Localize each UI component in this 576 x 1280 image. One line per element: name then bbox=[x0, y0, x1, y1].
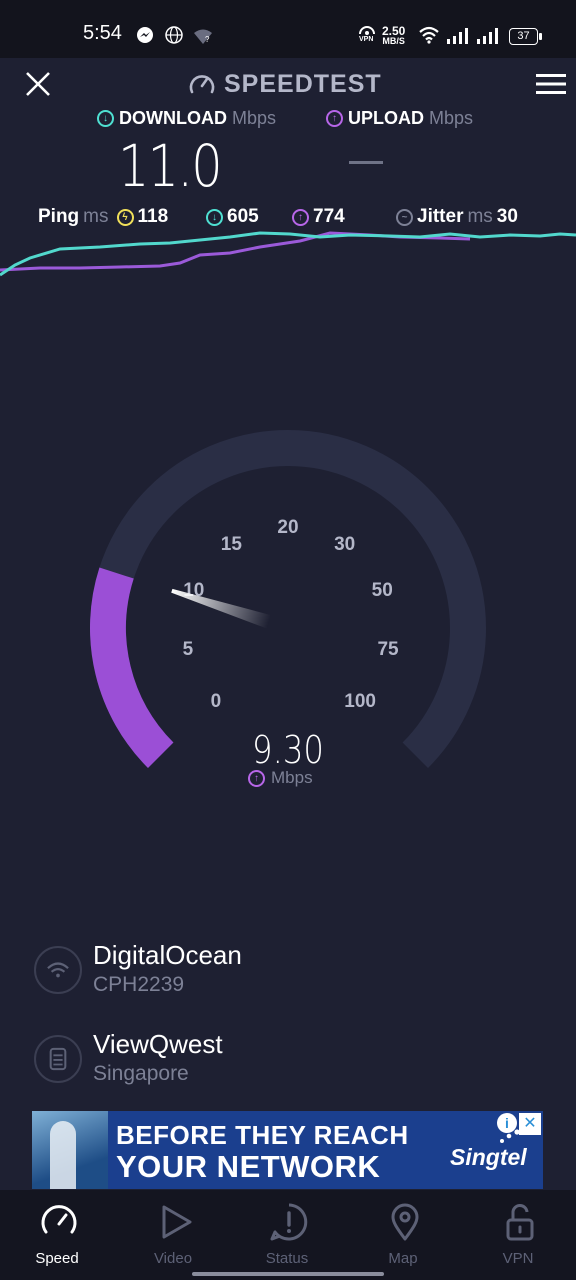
wifi-icon bbox=[419, 26, 439, 44]
current-speed: 9.30 bbox=[252, 728, 324, 772]
ad-brand: Singtel bbox=[450, 1144, 527, 1170]
upload-ping-icon: ↑ bbox=[292, 208, 309, 226]
gauge-scale-labels: 05101520305075100 bbox=[183, 517, 399, 712]
server-device: CPH2239 bbox=[93, 973, 185, 996]
network-speed: 2.50 MB/S bbox=[382, 24, 406, 46]
alert-icon bbox=[270, 1203, 308, 1241]
speedometer-icon bbox=[41, 1205, 77, 1234]
globe-icon bbox=[165, 26, 183, 44]
vpn-label: VPN bbox=[359, 36, 374, 43]
upload-indicator-icon: ↑ bbox=[248, 769, 265, 787]
isp-name: ViewQwest bbox=[93, 1029, 223, 1059]
nav-vpn[interactable]: VPN bbox=[468, 1190, 568, 1270]
ad-headline: BEFORE THEY REACH YOUR NETWORK bbox=[116, 1120, 409, 1184]
upload-history-line bbox=[0, 231, 471, 272]
isp-info[interactable]: ViewQwest Singapore bbox=[34, 1029, 554, 1099]
server-info[interactable]: DigitalOcean CPH2239 bbox=[34, 940, 554, 1010]
ad-banner[interactable]: BEFORE THEY REACH YOUR NETWORK Singtel i… bbox=[32, 1111, 543, 1189]
close-icon[interactable] bbox=[22, 68, 54, 100]
home-indicator[interactable] bbox=[192, 1272, 384, 1276]
nav-map[interactable]: Map bbox=[353, 1190, 453, 1270]
idle-ping-icon: ϟ bbox=[116, 208, 134, 226]
map-pin-icon bbox=[391, 1203, 419, 1241]
gauge-track-arc bbox=[90, 430, 486, 768]
download-value: 11.0 bbox=[118, 132, 223, 200]
ad-close-icon[interactable]: ✕ bbox=[519, 1113, 541, 1135]
nav-speed-label: Speed bbox=[35, 1250, 79, 1267]
gauge-track bbox=[90, 430, 486, 768]
download-ping-icon: ↓ bbox=[206, 208, 223, 226]
gauge-label-30: 30 bbox=[334, 534, 355, 555]
speedtest-logo: SPEEDTEST bbox=[188, 69, 382, 99]
brand-name: SPEEDTEST bbox=[224, 69, 382, 98]
battery-indicator: 37 bbox=[509, 28, 542, 45]
download-arrow-icon: ↓ bbox=[97, 110, 114, 127]
gauge-label-5: 5 bbox=[183, 639, 194, 660]
download-label: ↓ DOWNLOAD Mbps bbox=[97, 108, 276, 129]
status-bar: 5:54 ? VPN 2.50 MB/S 37 bbox=[0, 0, 576, 58]
svg-text:?: ? bbox=[205, 35, 210, 44]
jitter-icon: ~ bbox=[396, 208, 413, 226]
gauge-label-20: 20 bbox=[277, 517, 298, 538]
wifi-signal-icon bbox=[34, 946, 82, 994]
gauge-logo-icon bbox=[189, 75, 215, 94]
gauge-needle-pointer bbox=[171, 588, 272, 629]
upload-arrow-icon: ↑ bbox=[326, 110, 343, 127]
nav-video[interactable]: Video bbox=[123, 1190, 223, 1270]
signal-2-icon bbox=[477, 28, 498, 44]
gauge-label-100: 100 bbox=[344, 691, 376, 712]
top-bar: SPEEDTEST bbox=[0, 58, 576, 108]
upload-value-placeholder bbox=[349, 161, 383, 164]
vpn-key-icon bbox=[359, 26, 375, 35]
gauge-label-75: 75 bbox=[377, 639, 399, 660]
ad-image bbox=[32, 1111, 108, 1189]
play-icon bbox=[162, 1205, 192, 1239]
server-icon bbox=[34, 1035, 82, 1083]
ad-info-icon[interactable]: i bbox=[497, 1113, 517, 1133]
signal-1-icon bbox=[447, 28, 468, 44]
bottom-nav: Speed Video Status Map VPN bbox=[0, 1190, 576, 1280]
isp-location: Singapore bbox=[93, 1062, 189, 1085]
current-speed-unit: ↑ Mbps bbox=[248, 768, 313, 788]
nav-status[interactable]: Status bbox=[237, 1190, 337, 1270]
status-time: 5:54 bbox=[83, 22, 122, 44]
nav-map-label: Map bbox=[388, 1250, 418, 1267]
nav-video-label: Video bbox=[153, 1250, 193, 1267]
gauge-needle bbox=[171, 588, 272, 629]
messenger-icon bbox=[137, 27, 153, 43]
nav-status-label: Status bbox=[265, 1250, 309, 1267]
gauge-label-15: 15 bbox=[221, 534, 243, 555]
speed-history-graph bbox=[0, 231, 576, 277]
gauge-label-0: 0 bbox=[211, 691, 222, 712]
lock-icon bbox=[506, 1204, 534, 1241]
upload-label: ↑ UPLOAD Mbps bbox=[326, 108, 473, 129]
wifi-question-icon: ? bbox=[194, 29, 212, 44]
gauge-label-50: 50 bbox=[372, 580, 393, 601]
server-host: DigitalOcean bbox=[93, 940, 242, 970]
nav-speed[interactable]: Speed bbox=[7, 1190, 107, 1270]
nav-vpn-label: VPN bbox=[502, 1250, 534, 1267]
menu-icon[interactable] bbox=[536, 72, 566, 96]
